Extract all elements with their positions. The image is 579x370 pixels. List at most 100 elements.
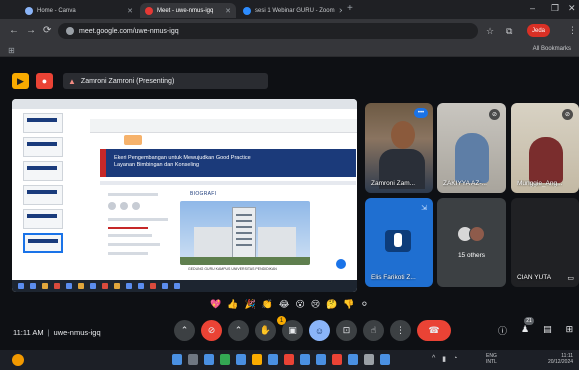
search-icon[interactable]	[188, 354, 198, 365]
slide-sidebar	[108, 193, 178, 273]
slide-thumbnail	[23, 113, 63, 133]
present-button[interactable]: ⊡	[336, 320, 357, 341]
close-tab-icon[interactable]: ✕	[123, 7, 133, 15]
phone-hangup-icon: ☎	[428, 325, 440, 335]
url-input[interactable]: meet.google.com/uwe-nmus-igq	[58, 23, 478, 39]
raise-hand-button[interactable]: ✋ 1	[255, 316, 286, 341]
chat-icon[interactable]: ▤	[543, 324, 552, 337]
presentation-icon[interactable]: ▶	[12, 73, 29, 89]
bookmark-star-icon[interactable]: ☆	[486, 26, 494, 37]
reaction-emoji[interactable]: 👎	[343, 299, 354, 310]
reload-icon[interactable]: ⟳	[43, 25, 51, 36]
word-icon[interactable]	[300, 354, 310, 365]
reaction-emoji[interactable]: ⚪	[361, 299, 369, 310]
browser-tab-bar: Home - Canva ✕ Meet - uwe-nmus-igq ✕ ses…	[0, 0, 579, 19]
tab-canva[interactable]: Home - Canva ✕	[20, 3, 138, 18]
raise-hand-toggle[interactable]: ☝	[363, 320, 384, 341]
chevron-up-icon: ⌃	[180, 325, 189, 335]
reaction-emoji[interactable]: 👏	[262, 299, 273, 310]
participant-name: Zamroni Zam...	[371, 180, 416, 187]
participant-tile[interactable]: ••• Zamroni Zam...	[365, 103, 433, 193]
app-icon[interactable]	[380, 354, 390, 365]
language-indicator[interactable]: ENG INTL	[486, 353, 497, 365]
others-label: 15 others	[457, 252, 486, 259]
more-options-button[interactable]: ⋮	[390, 320, 411, 341]
more-audio-options-button[interactable]: ⌃	[174, 320, 195, 341]
tab-zoom[interactable]: sesi 1 Webinar GURU - Zoom ✕	[238, 3, 342, 18]
maximize-icon[interactable]: ❐	[551, 3, 559, 14]
presentation-stage: Ekeri Pengembangan untuk Mewujudkan Good…	[12, 99, 357, 292]
participant-tile[interactable]: CIAN YUTA ▭	[511, 198, 579, 287]
slide-banner: Ekeri Pengembangan untuk Mewujudkan Good…	[100, 149, 356, 177]
clock-date: 20/12/2024	[548, 359, 574, 365]
captions-button[interactable]: ▣	[282, 320, 303, 341]
chevron-up-icon: ⌃	[234, 325, 243, 335]
participant-tile[interactable]: ⊘ ZAKIYYA AZ-...	[437, 103, 506, 193]
excel-icon[interactable]	[332, 354, 342, 365]
canva-favicon-icon	[25, 6, 33, 15]
reaction-emoji[interactable]: 🎉	[244, 299, 255, 310]
minimize-icon[interactable]: –	[530, 3, 535, 13]
reaction-emoji[interactable]: 🤔	[326, 299, 337, 310]
browser-menu-icon[interactable]: ⋮	[568, 25, 577, 36]
call-controls: ⌃ ⊘ ⌃ ✋ 1 ▣ ☺ ⊡ ☝ ⋮ ☎	[174, 316, 451, 341]
presenter-icon: ▲	[68, 76, 76, 86]
participant-name: CIAN YUTA	[517, 274, 552, 281]
pin-icon: ⇲	[421, 205, 427, 212]
participant-tile[interactable]: ⇲ Elis Farikoti Z...	[365, 198, 433, 287]
edge-icon[interactable]	[236, 354, 246, 365]
image-caption: GEDUNG GURU KAMPUS UNIVERSITAS PENDIDIKA…	[188, 267, 277, 271]
start-menu-icon[interactable]	[172, 354, 182, 365]
taskbar-clock[interactable]: 11:11 20/12/2024	[548, 353, 573, 365]
reactions-button[interactable]: ☺	[309, 320, 330, 341]
participant-tile[interactable]: ⊘ Munggie_Ang...	[511, 103, 579, 193]
widgets-icon[interactable]	[220, 354, 230, 365]
info-icon[interactable]: ⓘ	[498, 324, 507, 337]
powerpoint-icon[interactable]	[316, 354, 326, 365]
institution-logo	[124, 135, 142, 145]
leave-call-button[interactable]: ☎	[417, 320, 451, 341]
close-tab-icon[interactable]: ✕	[335, 7, 342, 15]
others-tile[interactable]: 15 others	[437, 198, 506, 287]
chevron-up-icon[interactable]: ^	[432, 355, 435, 363]
all-bookmarks-link[interactable]: All Bookmarks	[533, 46, 571, 52]
apps-grid-icon[interactable]: ⊞	[8, 46, 15, 55]
new-tab-icon[interactable]: +	[347, 3, 353, 14]
tab-meet[interactable]: Meet - uwe-nmus-igq ✕	[140, 3, 236, 18]
app-icon[interactable]	[348, 354, 358, 365]
back-icon[interactable]: ←	[9, 25, 19, 36]
weather-icon[interactable]	[12, 354, 24, 366]
reaction-emoji[interactable]: 😂	[279, 299, 290, 310]
activities-icon[interactable]: ⊞	[566, 324, 574, 337]
more-video-options-button[interactable]: ⌃	[228, 320, 249, 341]
reaction-emoji[interactable]: 😮	[295, 299, 304, 310]
slide-thumbnail	[23, 137, 63, 157]
taskbar-apps	[172, 354, 390, 365]
site-info-icon[interactable]	[66, 27, 74, 35]
people-icon[interactable]: ♟	[521, 324, 529, 337]
reaction-emoji[interactable]: 💖	[210, 299, 221, 310]
close-tab-icon[interactable]: ✕	[221, 7, 231, 15]
meeting-code: uwe-nmus-igq	[53, 328, 101, 337]
recording-icon[interactable]: ●	[36, 73, 53, 89]
reaction-emoji[interactable]: 😢	[311, 299, 320, 310]
mic-toggle-button[interactable]: ⊘	[201, 320, 222, 341]
battery-icon[interactable]: ▮	[442, 355, 446, 363]
window-close-icon[interactable]: ✕	[568, 3, 576, 14]
task-view-icon[interactable]	[204, 354, 214, 365]
chrome-icon[interactable]	[284, 354, 294, 365]
app-icon[interactable]	[364, 354, 374, 365]
mic-off-icon: ⊘	[562, 109, 573, 120]
extensions-icon[interactable]: ⧉	[506, 26, 512, 37]
profile-button[interactable]: Jeda	[527, 24, 551, 37]
presenter-label: Zamroni Zamroni (Presenting)	[80, 77, 175, 85]
file-explorer-icon[interactable]	[252, 354, 262, 365]
network-icon[interactable]: ◔	[453, 355, 457, 363]
store-icon[interactable]	[268, 354, 278, 365]
slide-thumbnail	[23, 161, 63, 181]
os-taskbar: ^ ▮ ◔ ENG INTL 11:11 20/12/2024	[0, 350, 579, 370]
speaking-indicator-icon: •••	[414, 108, 428, 118]
forward-icon[interactable]: →	[26, 25, 36, 36]
lang-text-2: INTL	[486, 359, 497, 365]
reaction-emoji[interactable]: 👍	[227, 299, 238, 310]
